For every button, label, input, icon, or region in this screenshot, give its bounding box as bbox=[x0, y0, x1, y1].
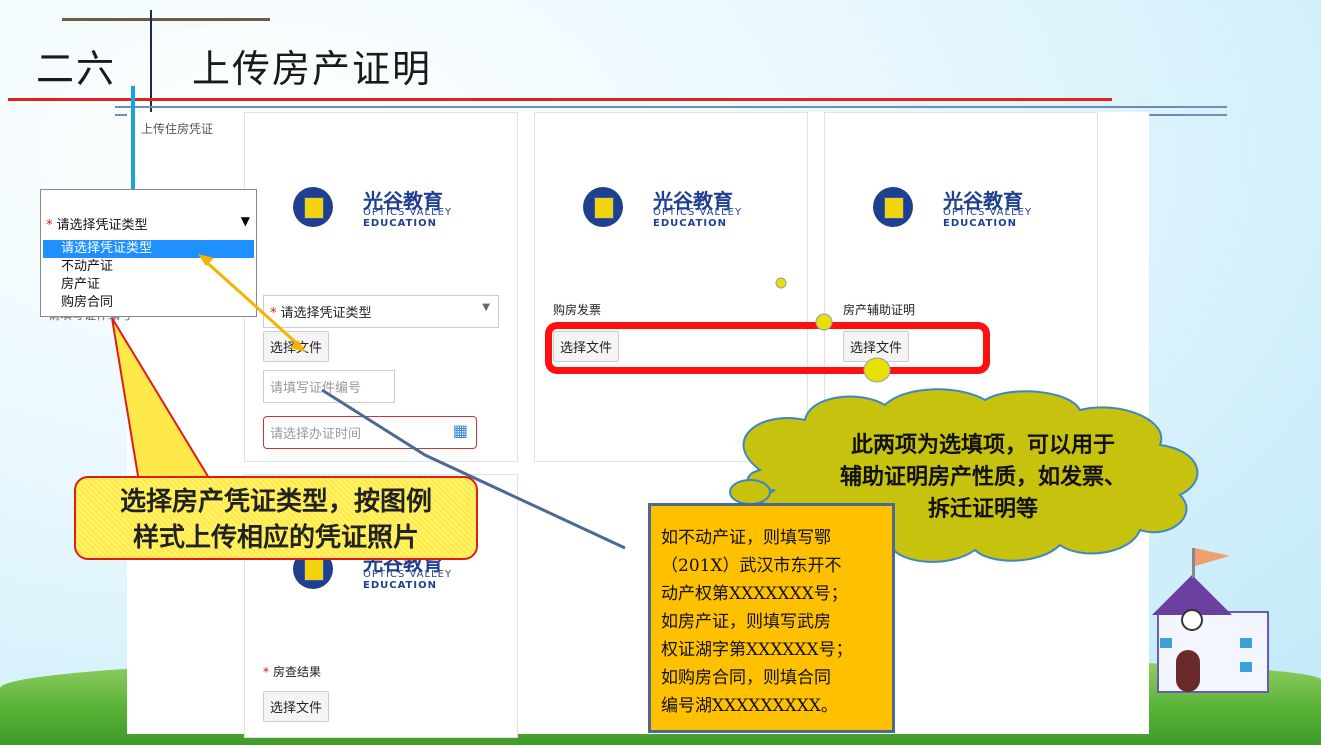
card-cert-upload: 光谷教育 OPTICS VALLEY EDUCATION * 请选择凭证类型 ▼ … bbox=[244, 112, 518, 462]
upload-section-label: 上传住房凭证 bbox=[141, 122, 214, 136]
dropdown-options: 请选择凭证类型 不动产证 房产证 购房合同 bbox=[43, 240, 254, 312]
section-number: 二六 bbox=[36, 47, 117, 91]
calendar-icon[interactable]: ▦ bbox=[453, 421, 468, 440]
aux-proof-label: 房产辅助证明 bbox=[843, 303, 916, 317]
title-red-line bbox=[8, 98, 1112, 101]
house-check-label: * 房查结果 bbox=[263, 665, 322, 679]
cert-date-input[interactable]: 请选择办证时间 ▦ bbox=[263, 416, 477, 449]
choose-file-button[interactable]: 选择文件 bbox=[263, 691, 330, 722]
cert-number-input[interactable]: 请填写证件编号 bbox=[263, 370, 395, 403]
cert-type-select[interactable]: * 请选择凭证类型 ▼ bbox=[263, 295, 499, 328]
choose-file-button[interactable]: 选择文件 bbox=[263, 331, 330, 362]
title-top-line bbox=[62, 18, 270, 21]
cert-type-dropdown[interactable]: * 请选择凭证类型 ▼ 请选择凭证类型 不动产证 房产证 购房合同 bbox=[40, 189, 257, 317]
dropdown-option[interactable]: 请选择凭证类型 bbox=[43, 240, 254, 258]
dropdown-option[interactable]: 不动产证 bbox=[43, 258, 254, 276]
section-title: 上传房产证明 bbox=[192, 47, 433, 91]
card-invoice: 光谷教育 OPTICS VALLEY EDUCATION 购房发票 选择文件 bbox=[534, 112, 808, 462]
optics-valley-logo: 光谷教育 OPTICS VALLEY EDUCATION bbox=[873, 187, 1063, 231]
dropdown-option[interactable]: 购房合同 bbox=[43, 294, 254, 312]
accent-cyan-line bbox=[131, 86, 135, 196]
invoice-label: 购房发票 bbox=[553, 303, 602, 317]
dropdown-current: * 请选择凭证类型 bbox=[46, 218, 148, 233]
dropdown-option[interactable]: 房产证 bbox=[43, 276, 254, 294]
cert-number-example-box: 如不动产证，则填写鄂 （201X）武汉市东开不 动产权第XXXXXXX号； 如房… bbox=[648, 503, 895, 733]
card-aux-proof: 光谷教育 OPTICS VALLEY EDUCATION 房产辅助证明 选择文件 bbox=[824, 112, 1098, 462]
upload-page-screenshot: 上传住房凭证 光谷教育 OPTICS VALLEY EDUCATION * 请选择… bbox=[127, 112, 1149, 738]
optional-fields-highlight bbox=[545, 322, 990, 374]
title-divider bbox=[150, 10, 152, 120]
caret-down-icon: ▼ bbox=[240, 214, 250, 228]
optics-valley-logo: 光谷教育 OPTICS VALLEY EDUCATION bbox=[293, 187, 483, 231]
instruction-callout: 选择房产凭证类型，按图例 样式上传相应的凭证照片 bbox=[74, 476, 478, 560]
optics-valley-logo: 光谷教育 OPTICS VALLEY EDUCATION bbox=[583, 187, 773, 231]
chevron-down-icon: ▼ bbox=[482, 302, 490, 313]
